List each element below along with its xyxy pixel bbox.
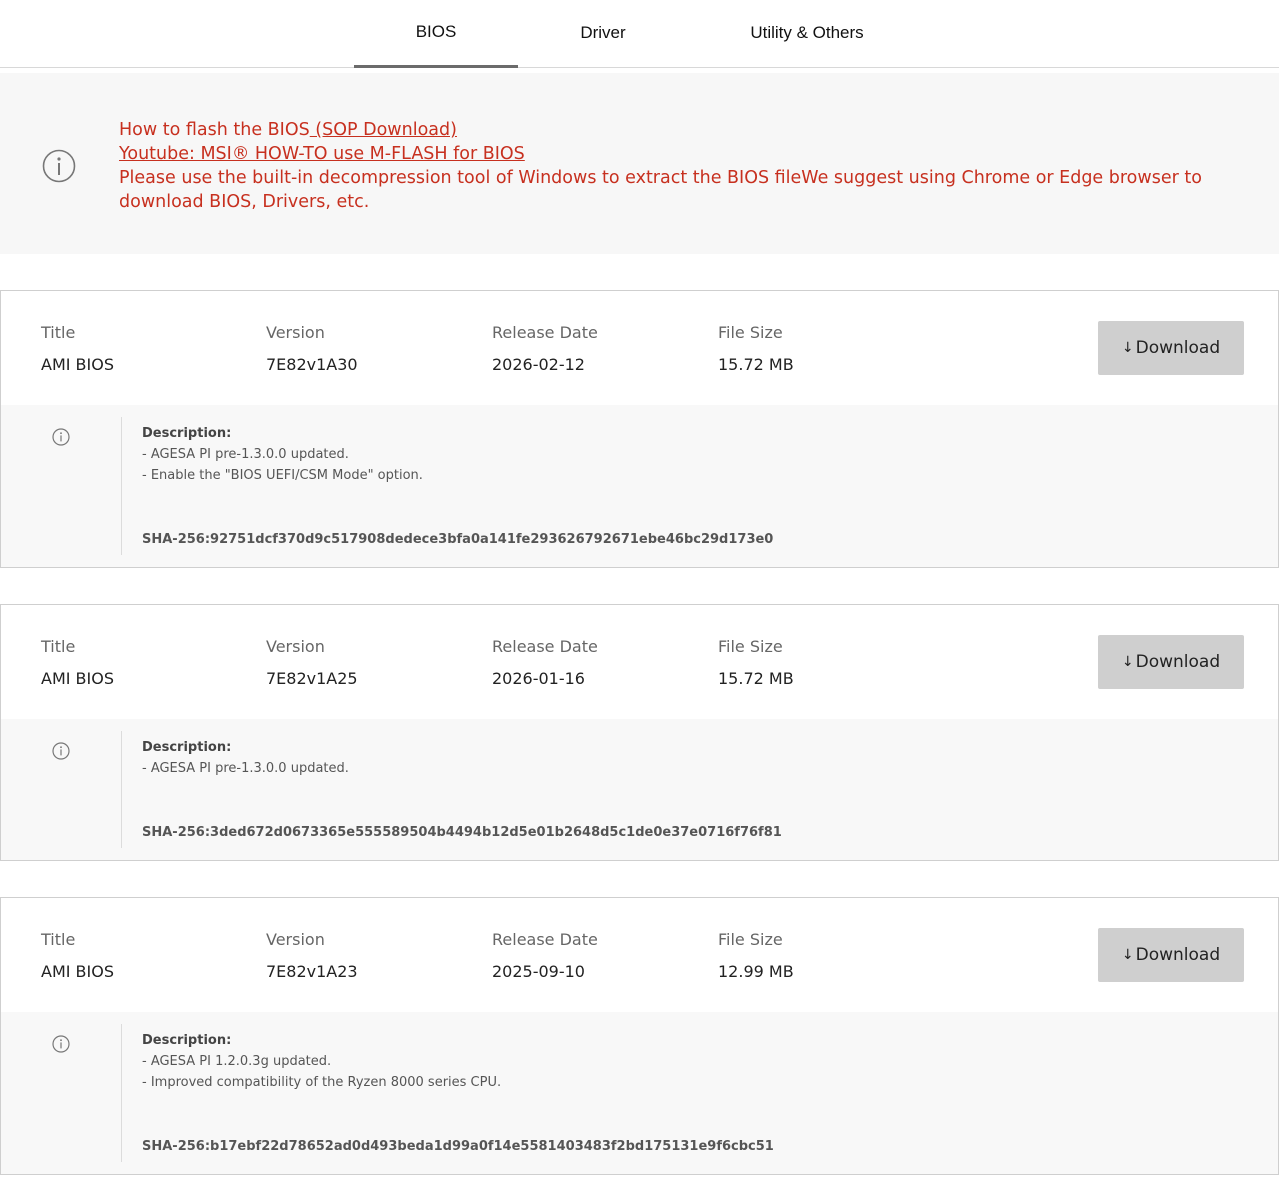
download-arrow-icon: ↓ [1121,654,1134,670]
tab-bios[interactable]: BIOS [354,0,518,68]
version-label: Version [266,323,325,342]
title-value: AMI BIOS [41,355,114,374]
divider [121,731,122,848]
download-arrow-icon: ↓ [1121,340,1134,356]
file-size-label: File Size [718,637,783,656]
release-date-value: 2025-09-10 [492,962,585,981]
download-arrow-icon: ↓ [1121,947,1134,963]
bios-file-card: Title AMI BIOS Version 7E82v1A30 Release D… [0,290,1279,568]
tab-bar: BIOS Driver Utility & Others [0,0,1279,68]
card-header: Title AMI BIOS Version 7E82v1A23 Release D… [1,898,1278,1012]
download-label: Download [1135,338,1221,358]
flash-bios-text: How to flash the BIOS [119,120,310,140]
info-icon [52,1035,70,1053]
description-line: - AGESA PI pre-1.3.0.0 updated. [142,447,349,462]
download-label: Download [1135,945,1221,965]
download-label: Download [1135,652,1221,672]
release-date-value: 2026-02-12 [492,355,585,374]
release-date-label: Release Date [492,930,598,949]
info-icon [42,149,76,183]
release-date-label: Release Date [492,637,598,656]
sha256-hash: SHA-256:92751dcf370d9c517908dedece3bfa0a… [142,532,774,547]
download-button[interactable]: ↓ Download [1098,635,1244,689]
description-label: Description: [142,740,232,755]
description-line: - Improved compatibility of the Ryzen 80… [142,1075,502,1090]
version-value: 7E82v1A30 [266,355,358,374]
description: Description: - AGESA PI 1.2.0.3g updated… [142,1030,501,1093]
sha256-hash: SHA-256:b17ebf22d78652ad0d493beda1d99a0f… [142,1139,774,1154]
file-size-value: 12.99 MB [718,962,794,981]
title-label: Title [41,930,76,949]
version-value: 7E82v1A23 [266,962,358,981]
bios-file-card: Title AMI BIOS Version 7E82v1A23 Release D… [0,897,1279,1175]
description-label: Description: [142,426,232,441]
file-size-value: 15.72 MB [718,355,794,374]
sha256-hash: SHA-256:3ded672d0673365e555589504b4494b1… [142,825,782,840]
title-value: AMI BIOS [41,962,114,981]
title-label: Title [41,637,76,656]
card-details: Description: - AGESA PI 1.2.0.3g updated… [1,1012,1278,1174]
bios-file-card: Title AMI BIOS Version 7E82v1A25 Release D… [0,604,1279,861]
description: Description: - AGESA PI pre-1.3.0.0 upda… [142,737,349,779]
notice-instructions: Please use the built-in decompression to… [119,168,1202,212]
file-size-label: File Size [718,930,783,949]
release-date-label: Release Date [492,323,598,342]
info-icon [52,742,70,760]
description-line: - AGESA PI pre-1.3.0.0 updated. [142,761,349,776]
download-button[interactable]: ↓ Download [1098,321,1244,375]
description-label: Description: [142,1033,232,1048]
notice-text: How to flash the BIOS (SOP Download) You… [119,118,1249,214]
divider [121,417,122,555]
divider [121,1024,122,1162]
sop-download-link[interactable]: (SOP Download) [310,120,457,140]
version-value: 7E82v1A25 [266,669,358,688]
title-label: Title [41,323,76,342]
description-line: - AGESA PI 1.2.0.3g updated. [142,1054,332,1069]
file-size-label: File Size [718,323,783,342]
card-details: Description: - AGESA PI pre-1.3.0.0 upda… [1,719,1278,860]
tab-driver[interactable]: Driver [540,0,666,68]
youtube-mflash-link[interactable]: Youtube: MSI® HOW-TO use M-FLASH for BIO… [119,144,525,164]
title-value: AMI BIOS [41,669,114,688]
version-label: Version [266,930,325,949]
info-icon [52,428,70,446]
card-details: Description: - AGESA PI pre-1.3.0.0 upda… [1,405,1278,567]
card-header: Title AMI BIOS Version 7E82v1A25 Release D… [1,605,1278,719]
card-header: Title AMI BIOS Version 7E82v1A30 Release D… [1,291,1278,405]
tab-utility-others[interactable]: Utility & Others [730,0,884,68]
file-size-value: 15.72 MB [718,669,794,688]
download-button[interactable]: ↓ Download [1098,928,1244,982]
release-date-value: 2026-01-16 [492,669,585,688]
version-label: Version [266,637,325,656]
description: Description: - AGESA PI pre-1.3.0.0 upda… [142,423,423,486]
description-line: - Enable the "BIOS UEFI/CSM Mode" option… [142,468,423,483]
